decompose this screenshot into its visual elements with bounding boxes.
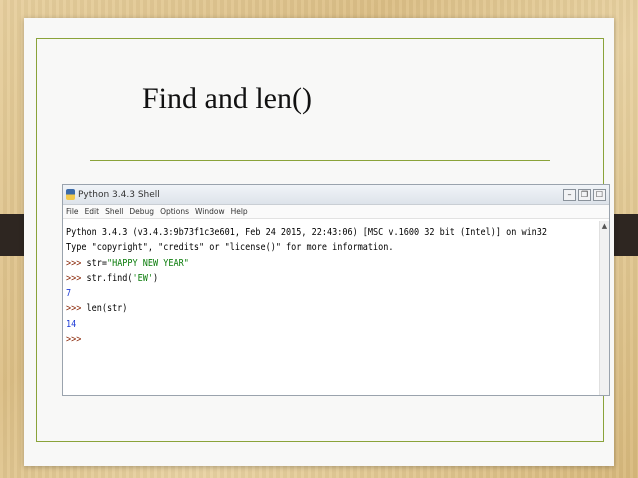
menu-shell[interactable]: Shell <box>105 207 123 216</box>
code: len(str) <box>86 303 128 315</box>
banner-line: Python 3.4.3 (v3.4.3:9b73f1c3e601, Feb 2… <box>66 227 548 238</box>
shell-console[interactable]: Python 3.4.3 (v3.4.3:9b73f1c3e601, Feb 2… <box>63 221 599 395</box>
menu-window[interactable]: Window <box>195 207 225 216</box>
slide-title: Find and len() <box>142 82 312 115</box>
maximize-button[interactable]: ❐ <box>578 188 591 201</box>
menu-edit[interactable]: Edit <box>85 207 100 216</box>
string-literal: "HAPPY NEW YEAR" <box>106 257 189 269</box>
python-icon <box>66 189 75 200</box>
console-line-4: >>> <box>66 332 519 347</box>
code: ) <box>153 272 159 284</box>
console-line-1: >>> str="HAPPY NEW YEAR" <box>66 256 519 271</box>
prompt: >>> <box>66 272 87 284</box>
minimize-button[interactable]: – <box>563 188 576 201</box>
console-line-2: >>> str.find('EW') <box>66 271 519 286</box>
menu-bar: File Edit Shell Debug Options Window Hel… <box>63 205 609 219</box>
vertical-scrollbar[interactable]: ▲ <box>599 221 609 395</box>
output-line: 7 <box>66 288 72 300</box>
string-literal: 'EW' <box>132 272 154 284</box>
python-shell-window: Python 3.4.3 Shell – ❐ ☐ File Edit Shell… <box>62 184 610 396</box>
prompt: >>> <box>66 303 87 315</box>
menu-help[interactable]: Help <box>231 207 248 216</box>
scroll-up-icon[interactable]: ▲ <box>600 221 609 231</box>
slide: Find and len() Python 3.4.3 Shell – ❐ ☐ … <box>24 18 614 466</box>
prompt: >>> <box>66 257 87 269</box>
menu-debug[interactable]: Debug <box>129 207 154 216</box>
output-line: 14 <box>66 318 77 330</box>
console-line-3: >>> len(str) <box>66 301 519 316</box>
window-controls: – ❐ ☐ <box>563 188 606 201</box>
banner-line: Type "copyright", "credits" or "license(… <box>66 242 394 254</box>
code: str.find( <box>86 272 133 284</box>
code: str= <box>86 257 107 269</box>
menu-options[interactable]: Options <box>160 207 189 216</box>
menu-file[interactable]: File <box>66 207 79 216</box>
window-title: Python 3.4.3 Shell <box>78 189 160 200</box>
window-titlebar[interactable]: Python 3.4.3 Shell – ❐ ☐ <box>63 185 609 205</box>
close-button[interactable]: ☐ <box>593 188 606 201</box>
prompt: >>> <box>66 334 87 346</box>
title-underline <box>90 160 550 161</box>
